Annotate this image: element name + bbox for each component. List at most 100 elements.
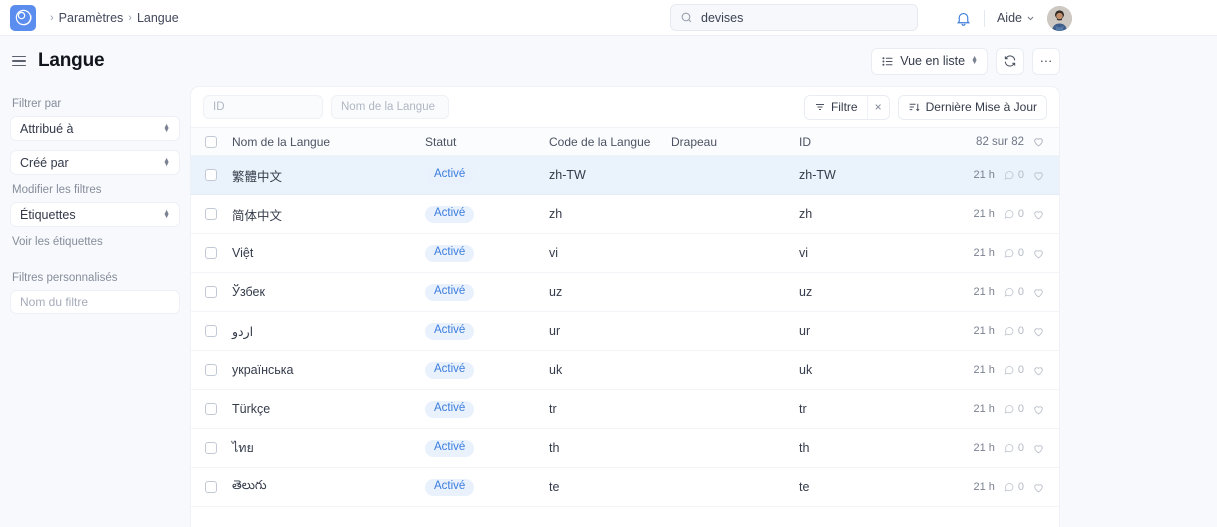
close-icon: ×: [875, 100, 882, 114]
favorite-heart-icon[interactable]: [1032, 442, 1045, 455]
column-header-code[interactable]: Code de la Langue: [549, 135, 671, 149]
language-list-panel: Filtre × Dernière Mise à Jour: [190, 86, 1060, 527]
comment-count-label: 0: [1018, 481, 1024, 493]
table-row-ur[interactable]: اردو Activé ur ur 21 h 0: [191, 312, 1059, 351]
table-row-tr[interactable]: Türkçe Activé tr tr 21 h 0: [191, 390, 1059, 429]
comment-count[interactable]: 0: [1003, 481, 1024, 493]
table-row-uz[interactable]: Ўзбек Activé uz uz 21 h 0: [191, 273, 1059, 312]
filter-name-input[interactable]: [20, 295, 170, 309]
row-checkbox[interactable]: [205, 481, 217, 493]
row-meta: 21 h 0: [937, 286, 1045, 299]
comment-count-label: 0: [1018, 286, 1024, 298]
table-row-uk[interactable]: українська Activé uk uk 21 h 0: [191, 351, 1059, 390]
topbar-actions: Aide: [955, 0, 1072, 36]
column-header-status[interactable]: Statut: [425, 135, 549, 149]
search-input[interactable]: [701, 11, 908, 25]
page-title: Langue: [38, 50, 104, 72]
cell-status: Activé: [425, 205, 549, 223]
hamburger-icon[interactable]: [12, 56, 26, 67]
filter-tags-label: Étiquettes: [20, 208, 76, 222]
favorite-heart-icon[interactable]: [1032, 364, 1045, 377]
chevron-down-icon: [1026, 14, 1035, 23]
row-checkbox[interactable]: [205, 169, 217, 181]
clear-filter-button[interactable]: ×: [867, 96, 889, 119]
cell-status: Activé: [425, 361, 549, 379]
sort-button[interactable]: Dernière Mise à Jour: [899, 96, 1046, 119]
cell-language-code: te: [549, 480, 671, 494]
breadcrumb-item-parametres[interactable]: Paramètres: [59, 11, 124, 25]
comment-count[interactable]: 0: [1003, 169, 1024, 181]
cell-language-code: zh-TW: [549, 168, 671, 182]
comment-count[interactable]: 0: [1003, 247, 1024, 259]
filter-assigned-to-select[interactable]: Attribué à ▲▼: [10, 116, 180, 141]
cell-status: Activé: [425, 478, 549, 496]
refresh-button[interactable]: [996, 48, 1024, 75]
comment-count[interactable]: 0: [1003, 325, 1024, 337]
select-all-checkbox[interactable]: [205, 136, 217, 148]
comment-icon: [1003, 442, 1015, 454]
favorite-heart-icon[interactable]: [1032, 403, 1045, 416]
language-name-filter-field[interactable]: [331, 95, 449, 119]
table-row-zh[interactable]: 简体中文 Activé zh zh 21 h 0: [191, 195, 1059, 234]
view-tags-link[interactable]: Voir les étiquettes: [12, 236, 180, 248]
favorite-heart-icon[interactable]: [1032, 325, 1045, 338]
table-row-vi[interactable]: Việt Activé vi vi 21 h 0: [191, 234, 1059, 273]
row-checkbox[interactable]: [205, 286, 217, 298]
row-checkbox[interactable]: [205, 247, 217, 259]
row-checkbox[interactable]: [205, 403, 217, 415]
id-filter-field[interactable]: [203, 95, 323, 119]
filter-tags-select[interactable]: Étiquettes ▲▼: [10, 202, 180, 227]
row-meta: 21 h 0: [937, 403, 1045, 416]
status-badge: Activé: [425, 284, 474, 301]
language-name-filter-input[interactable]: [341, 101, 439, 113]
column-header-flag[interactable]: Drapeau: [671, 135, 799, 149]
favorite-heart-icon[interactable]: [1032, 481, 1045, 494]
comment-count-label: 0: [1018, 247, 1024, 259]
comment-count[interactable]: 0: [1003, 208, 1024, 220]
cell-status: Activé: [425, 244, 549, 262]
global-search[interactable]: [670, 4, 918, 31]
row-meta: 21 h 0: [937, 247, 1045, 260]
favorite-heart-icon[interactable]: [1032, 286, 1045, 299]
comment-count[interactable]: 0: [1003, 442, 1024, 454]
row-checkbox[interactable]: [205, 208, 217, 220]
comment-count[interactable]: 0: [1003, 403, 1024, 415]
view-mode-button[interactable]: Vue en liste ▲▼: [871, 48, 988, 75]
more-options-button[interactable]: ···: [1032, 48, 1060, 75]
cell-id: zh-TW: [799, 168, 937, 182]
filter-created-by-select[interactable]: Créé par ▲▼: [10, 150, 180, 175]
filter-button[interactable]: Filtre: [805, 96, 867, 119]
filter-name-field[interactable]: [10, 290, 180, 314]
favorite-heart-icon[interactable]: [1032, 169, 1045, 182]
row-checkbox[interactable]: [205, 442, 217, 454]
heart-icon[interactable]: [1032, 135, 1045, 148]
search-icon: [680, 11, 693, 24]
breadcrumb-item-langue[interactable]: Langue: [137, 11, 179, 25]
cell-updated-time: 21 h: [973, 286, 994, 298]
comment-count[interactable]: 0: [1003, 286, 1024, 298]
list-view-icon: [881, 55, 894, 68]
cell-updated-time: 21 h: [973, 169, 994, 181]
bell-icon[interactable]: [955, 10, 972, 27]
cell-language-name: Việt: [217, 246, 425, 260]
table-header: Nom de la Langue Statut Code de la Langu…: [191, 128, 1059, 156]
table-row-zh-TW[interactable]: 繁體中文 Activé zh-TW zh-TW 21 h 0: [191, 156, 1059, 195]
status-badge: Activé: [425, 245, 474, 262]
comment-count-label: 0: [1018, 364, 1024, 376]
row-meta: 21 h 0: [937, 481, 1045, 494]
row-checkbox[interactable]: [205, 325, 217, 337]
status-badge: Activé: [425, 440, 474, 457]
user-avatar[interactable]: [1047, 6, 1072, 31]
favorite-heart-icon[interactable]: [1032, 247, 1045, 260]
column-header-name[interactable]: Nom de la Langue: [217, 135, 425, 149]
row-meta: 21 h 0: [937, 364, 1045, 377]
comment-count[interactable]: 0: [1003, 364, 1024, 376]
help-menu[interactable]: Aide: [997, 11, 1035, 25]
favorite-heart-icon[interactable]: [1032, 208, 1045, 221]
row-checkbox[interactable]: [205, 364, 217, 376]
app-globe-logo[interactable]: [10, 5, 36, 31]
table-row-th[interactable]: ไทย Activé th th 21 h 0: [191, 429, 1059, 468]
table-row-te[interactable]: తెలుగు Activé te te 21 h 0: [191, 468, 1059, 507]
id-filter-input[interactable]: [213, 101, 313, 113]
status-badge: Activé: [425, 167, 474, 184]
